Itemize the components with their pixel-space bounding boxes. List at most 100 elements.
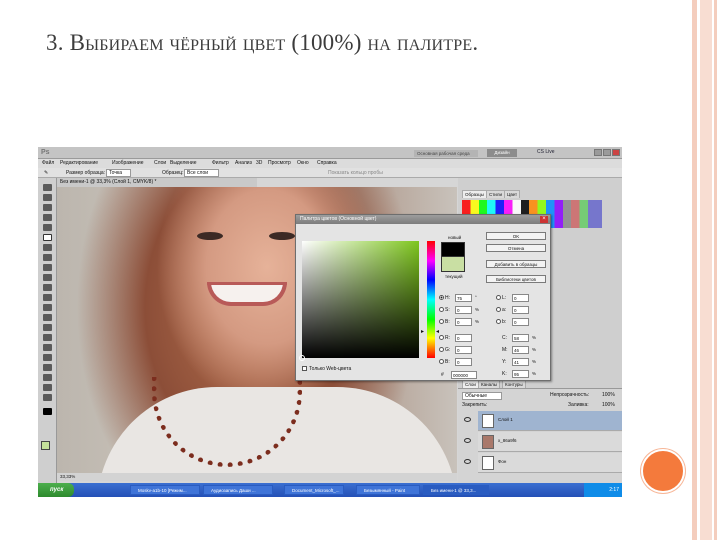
crop-tool-icon[interactable] [43, 224, 52, 231]
tab-layers[interactable]: Слои [462, 380, 479, 388]
c-input[interactable]: 58 [512, 334, 529, 342]
menu-select[interactable]: Выделение [170, 160, 197, 166]
foreground-color-swatch[interactable] [43, 408, 52, 415]
color-libraries-button[interactable]: Библиотеки цветов [486, 275, 546, 283]
tab-paths[interactable]: Контуры [502, 380, 526, 388]
r-input[interactable]: 0 [455, 334, 472, 342]
radio-h[interactable] [439, 295, 444, 301]
checkbox-box[interactable] [302, 366, 307, 372]
path-select-tool-icon[interactable] [43, 344, 52, 351]
pen-tool-icon[interactable] [43, 324, 52, 331]
radio-g[interactable] [439, 347, 444, 353]
m-input[interactable]: 46 [512, 346, 529, 354]
eyedropper-tool-icon[interactable] [43, 234, 52, 241]
blend-mode-select[interactable]: Обычные [462, 392, 503, 400]
history-brush-tool-icon[interactable] [43, 274, 52, 281]
show-ring-checkbox[interactable]: Показать кольцо пробы [328, 170, 383, 176]
radio-r[interactable] [439, 335, 444, 341]
color-field[interactable] [302, 241, 419, 358]
menu-analysis[interactable]: Анализ [235, 160, 252, 166]
g-input[interactable]: 0 [455, 346, 472, 354]
lasso-tool-icon[interactable] [43, 204, 52, 211]
3d-orbit-tool-icon[interactable] [43, 374, 52, 381]
menu-3d[interactable]: 3D [256, 160, 262, 166]
layer-row[interactable]: x_86a9f6 [464, 432, 622, 452]
eraser-tool-icon[interactable] [43, 284, 52, 291]
quick-select-tool-icon[interactable] [43, 214, 52, 221]
start-button[interactable]: пуск [38, 483, 74, 497]
move-tool-icon[interactable] [43, 184, 52, 191]
opacity-value[interactable]: 100% [602, 392, 615, 398]
marquee-tool-icon[interactable] [43, 194, 52, 201]
hue-arrow-left-icon[interactable]: ▸ [421, 328, 424, 335]
ok-button[interactable]: OK [486, 232, 546, 240]
taskbar-item[interactable]: Document_Microsoft_... [284, 485, 344, 495]
tab-swatches[interactable]: Образцы [462, 190, 487, 198]
blur-tool-icon[interactable] [43, 304, 52, 311]
3d-rotate-tool-icon[interactable] [43, 364, 52, 371]
visibility-eye-icon[interactable] [464, 417, 471, 422]
gradient-tool-icon[interactable] [43, 294, 52, 301]
visibility-eye-icon[interactable] [464, 459, 471, 464]
close-icon[interactable]: × [540, 216, 548, 223]
fill-value[interactable]: 100% [602, 402, 615, 408]
dodge-tool-icon[interactable] [43, 314, 52, 321]
shape-tool-icon[interactable] [43, 354, 52, 361]
tab-styles[interactable]: Стили [486, 190, 505, 198]
taskbar-item[interactable]: Аудиозапись Даши ... [203, 485, 273, 495]
web-only-colors-checkbox[interactable]: Только Web-цвета [302, 366, 351, 372]
b-lab-input[interactable]: 0 [512, 318, 529, 326]
s-input[interactable]: 0 [455, 306, 472, 314]
document-tab[interactable]: Без имени-1 @ 33,3% (Слой 1, CMYK/8) * [57, 178, 257, 187]
taskbar-item[interactable]: Moskv-a1b-10 [Режим... [130, 485, 200, 495]
cs-live-button[interactable]: CS Live [537, 149, 555, 155]
tab-channels[interactable]: Каналы [478, 380, 500, 388]
eyedropper-icon[interactable]: ✎ [44, 170, 48, 176]
menu-help[interactable]: Справка [317, 160, 337, 166]
y-input[interactable]: 41 [512, 358, 529, 366]
current-color-swatch[interactable] [441, 257, 465, 272]
menu-file[interactable]: Файл [42, 160, 54, 166]
cancel-button[interactable]: Отмена [486, 244, 546, 252]
menu-filter[interactable]: Фильтр [212, 160, 229, 166]
zoom-tool-icon[interactable] [43, 394, 52, 401]
color-field-marker[interactable] [299, 355, 305, 361]
l-input[interactable]: 0 [512, 294, 529, 302]
dialog-title[interactable]: Палитра цветов (Основной цвет) [296, 215, 550, 224]
radio-b-blue[interactable] [439, 359, 444, 365]
taskbar-item[interactable]: Без имени-1 @ 33,3... [423, 485, 489, 495]
radio-b-lab[interactable] [496, 319, 501, 325]
menu-view[interactable]: Просмотр [268, 160, 291, 166]
menu-layers[interactable]: Слои [154, 160, 166, 166]
sample-select[interactable]: Все слои [184, 169, 220, 177]
radio-l[interactable] [496, 295, 501, 301]
menu-window[interactable]: Окно [297, 160, 309, 166]
workspace-label[interactable]: Основная рабочая среда [414, 150, 478, 157]
hex-input[interactable]: 000000 [451, 371, 477, 379]
hand-tool-icon[interactable] [43, 384, 52, 391]
design-workspace-button[interactable]: Дизайн [487, 149, 517, 157]
b-blue-input[interactable]: 0 [455, 358, 472, 366]
close-icon[interactable] [612, 149, 620, 156]
radio-b-brightness[interactable] [439, 319, 444, 325]
sample-size-select[interactable]: Точка [106, 169, 132, 177]
type-tool-icon[interactable] [43, 334, 52, 341]
background-color-swatch[interactable] [41, 441, 50, 450]
minimize-icon[interactable] [594, 149, 602, 156]
a-input[interactable]: 0 [512, 306, 529, 314]
radio-a[interactable] [496, 307, 501, 313]
radio-s[interactable] [439, 307, 444, 313]
taskbar-item[interactable]: Безымянный - Paint [356, 485, 420, 495]
maximize-icon[interactable] [603, 149, 611, 156]
b-brightness-input[interactable]: 0 [455, 318, 472, 326]
layer-row[interactable]: Слой 1 [464, 411, 622, 431]
healing-tool-icon[interactable] [43, 244, 52, 251]
hue-slider[interactable] [427, 241, 435, 358]
h-input[interactable]: 75 [455, 294, 472, 302]
brush-tool-icon[interactable] [43, 254, 52, 261]
menu-image[interactable]: Изображение [112, 160, 144, 166]
k-input[interactable]: 95 [512, 370, 529, 378]
visibility-eye-icon[interactable] [464, 438, 471, 443]
menu-edit[interactable]: Редактирование [60, 160, 98, 166]
tab-color[interactable]: Цвет [504, 190, 521, 198]
